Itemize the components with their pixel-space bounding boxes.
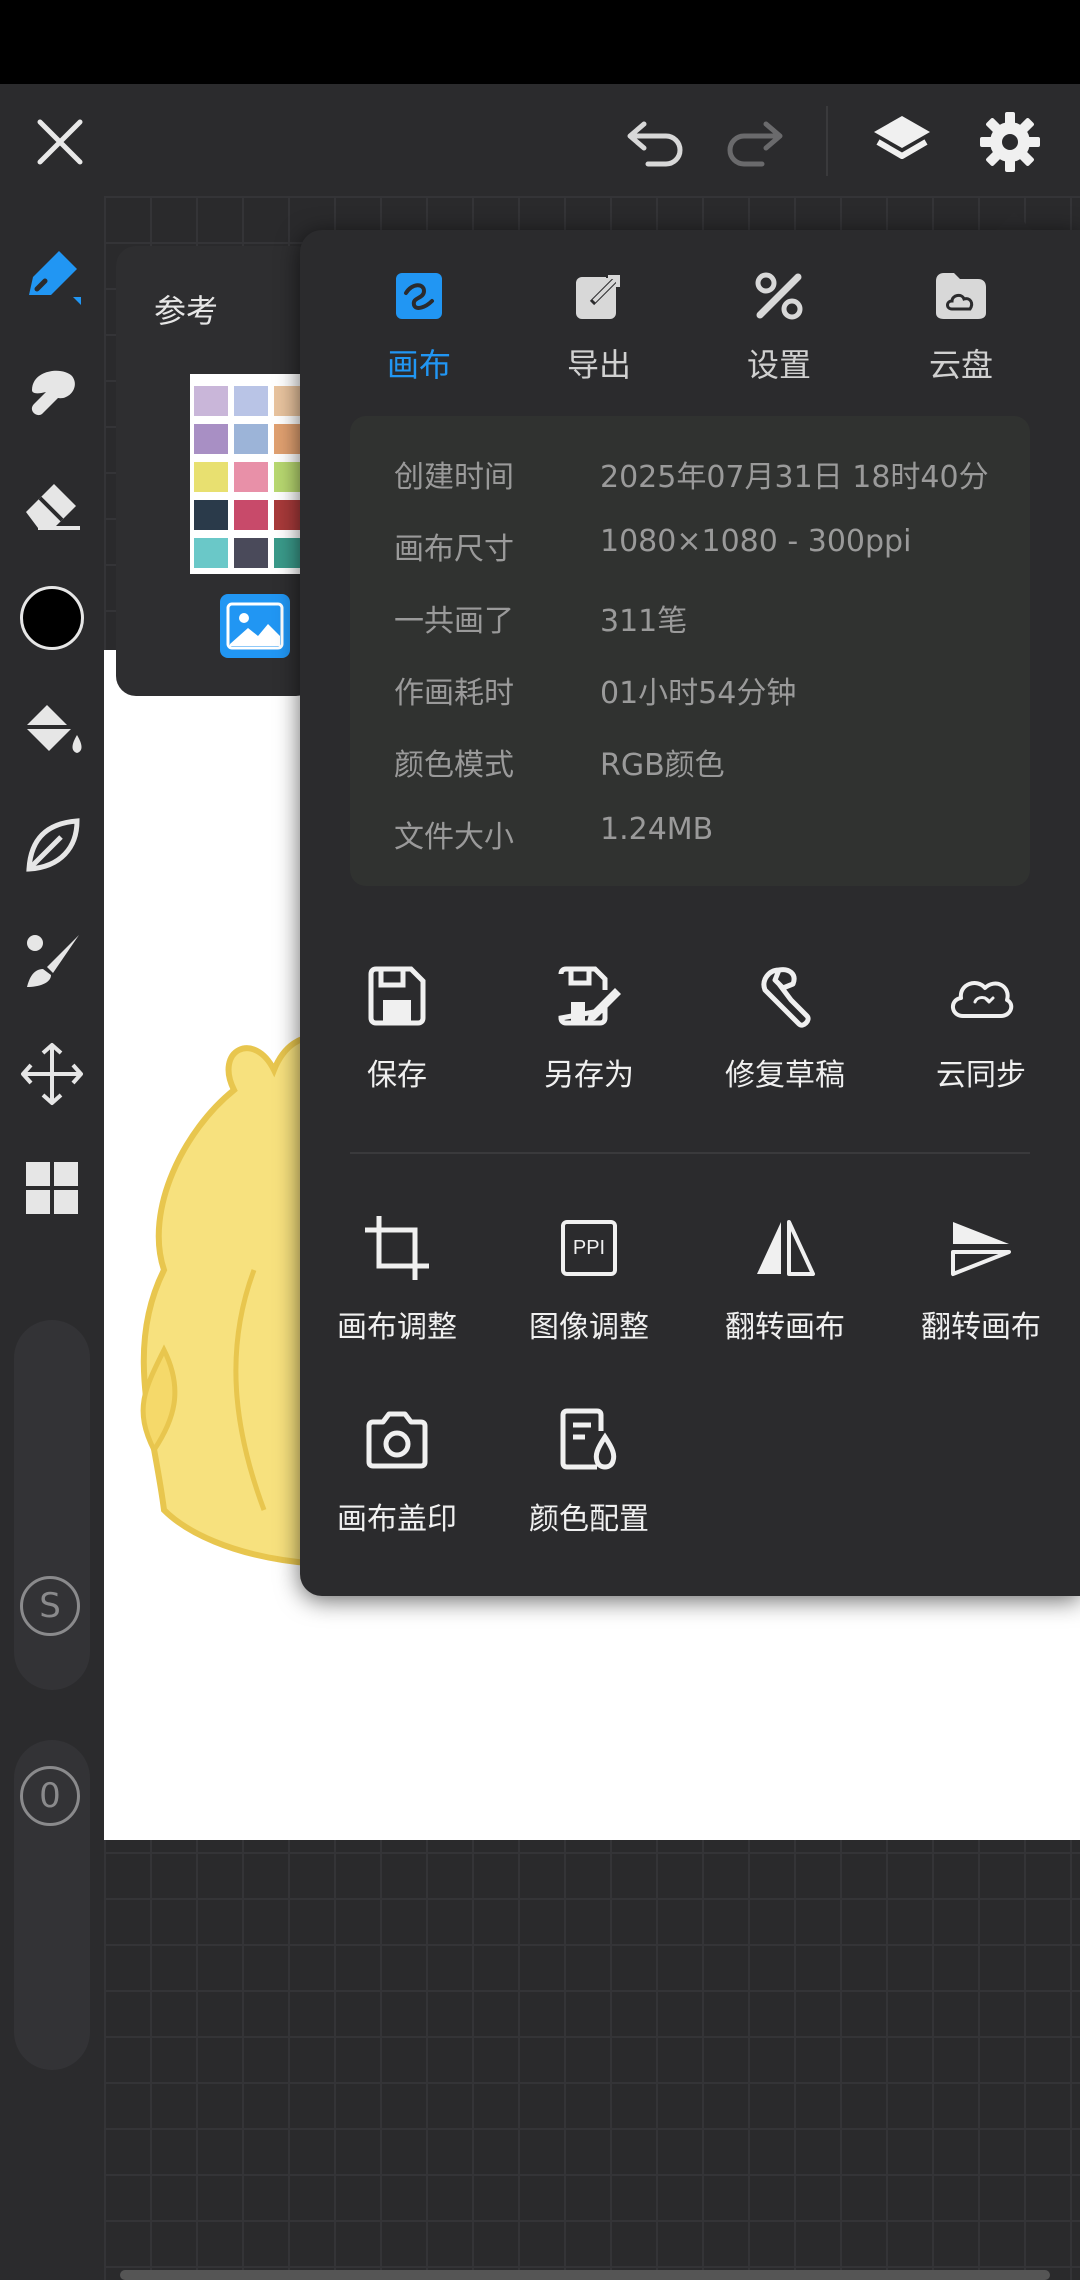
- info-label: 创建时间: [394, 460, 514, 495]
- top-bar: [0, 84, 1080, 196]
- tab-settings-label: 设置: [746, 346, 811, 384]
- crop-icon: [357, 1208, 437, 1288]
- cloud-drive-icon: [931, 266, 991, 326]
- left-toolbar: S 0: [0, 196, 104, 2280]
- save-as-button[interactable]: 另存为: [494, 956, 684, 1116]
- flip-horizontal-icon: [745, 1208, 825, 1288]
- bottom-scroll-indicator: [120, 2270, 1050, 2280]
- flip-vertical-icon: [941, 1208, 1021, 1288]
- brush-icon[interactable]: [14, 922, 90, 998]
- undo-icon[interactable]: [624, 114, 688, 170]
- close-icon[interactable]: [30, 112, 90, 172]
- canvas-adjust-label: 画布调整: [337, 1310, 457, 1345]
- flip-canvas-horizontal-button[interactable]: 翻转画布: [690, 1208, 880, 1368]
- canvas-info-box: 创建时间 2025年07月31日 18时40分 画布尺寸 1080×1080 -…: [350, 416, 1030, 886]
- color-profile-icon: [549, 1400, 629, 1480]
- redo-icon[interactable]: [722, 114, 786, 170]
- save-as-label: 另存为: [544, 1058, 634, 1093]
- canvas-settings-popup: 画布 导出 设置 云盘 创建时间 2025年07月31日 18时40分 画布尺寸…: [300, 230, 1080, 1596]
- info-value: 311笔: [600, 604, 688, 639]
- canvas-stamp-button[interactable]: 画布盖印: [302, 1400, 492, 1560]
- tab-cloud[interactable]: 云盘: [886, 266, 1036, 396]
- wrench-icon: [745, 956, 825, 1036]
- save-button[interactable]: 保存: [302, 956, 492, 1116]
- camera-icon: [357, 1400, 437, 1480]
- tab-export-label: 导出: [566, 346, 631, 384]
- ppi-icon: PPI: [549, 1208, 629, 1288]
- tab-canvas-label: 画布: [386, 346, 451, 384]
- pen-icon[interactable]: [14, 238, 90, 314]
- cloud-sync-icon: [941, 956, 1021, 1036]
- info-value: 01小时54分钟: [600, 676, 797, 711]
- cloud-sync-label: 云同步: [936, 1058, 1026, 1093]
- size-slider-label: S: [20, 1576, 80, 1636]
- canvas-adjust-button[interactable]: 画布调整: [302, 1208, 492, 1368]
- save-label: 保存: [367, 1058, 427, 1093]
- flip-vertical-label: 翻转画布: [921, 1310, 1041, 1345]
- status-bar: [0, 0, 1080, 84]
- layers-icon[interactable]: [870, 110, 934, 174]
- fill-bucket-icon[interactable]: [14, 694, 90, 770]
- info-value: 1080×1080 - 300ppi: [600, 524, 912, 559]
- save-icon: [357, 956, 437, 1036]
- tools-icon: [749, 266, 809, 326]
- info-label: 文件大小: [394, 820, 514, 855]
- eraser-icon[interactable]: [14, 466, 90, 542]
- info-value: 1.24MB: [600, 812, 714, 847]
- grid-icon[interactable]: [14, 1150, 90, 1226]
- info-label: 颜色模式: [394, 748, 514, 783]
- cloud-sync-button[interactable]: 云同步: [886, 956, 1076, 1116]
- ppi-text: PPI: [561, 1220, 617, 1276]
- info-label: 画布尺寸: [394, 532, 514, 567]
- flip-horizontal-label: 翻转画布: [725, 1310, 845, 1345]
- section-divider: [350, 1152, 1030, 1154]
- gear-icon[interactable]: [978, 110, 1042, 174]
- tab-canvas[interactable]: 画布: [344, 266, 494, 396]
- image-adjust-button[interactable]: PPI 图像调整: [494, 1208, 684, 1368]
- flip-canvas-vertical-button[interactable]: 翻转画布: [886, 1208, 1076, 1368]
- info-value: 2025年07月31日 18时40分: [600, 460, 989, 495]
- canvas-stamp-label: 画布盖印: [337, 1502, 457, 1537]
- move-icon[interactable]: [14, 1036, 90, 1112]
- repair-draft-label: 修复草稿: [725, 1058, 845, 1093]
- tab-settings[interactable]: 设置: [704, 266, 854, 396]
- reference-panel[interactable]: 参考: [116, 246, 316, 696]
- tab-cloud-label: 云盘: [928, 346, 993, 384]
- image-adjust-label: 图像调整: [529, 1310, 649, 1345]
- reference-title: 参考: [154, 292, 219, 330]
- topbar-divider: [826, 106, 828, 176]
- reference-thumbnail[interactable]: [190, 374, 316, 574]
- tab-export[interactable]: 导出: [524, 266, 674, 396]
- color-swatch[interactable]: [14, 580, 90, 656]
- save-as-icon: [549, 956, 629, 1036]
- info-label: 作画耗时: [394, 676, 514, 711]
- info-label: 一共画了: [394, 604, 514, 639]
- repair-draft-button[interactable]: 修复草稿: [690, 956, 880, 1116]
- opacity-slider-label: 0: [20, 1766, 80, 1826]
- export-icon: [569, 266, 629, 326]
- image-icon[interactable]: [220, 594, 290, 658]
- color-profile-label: 颜色配置: [529, 1502, 649, 1537]
- canvas-icon: [389, 266, 449, 326]
- color-profile-button[interactable]: 颜色配置: [494, 1400, 684, 1560]
- info-value: RGB颜色: [600, 748, 725, 783]
- leaf-icon[interactable]: [14, 808, 90, 884]
- smudge-icon[interactable]: [14, 352, 90, 428]
